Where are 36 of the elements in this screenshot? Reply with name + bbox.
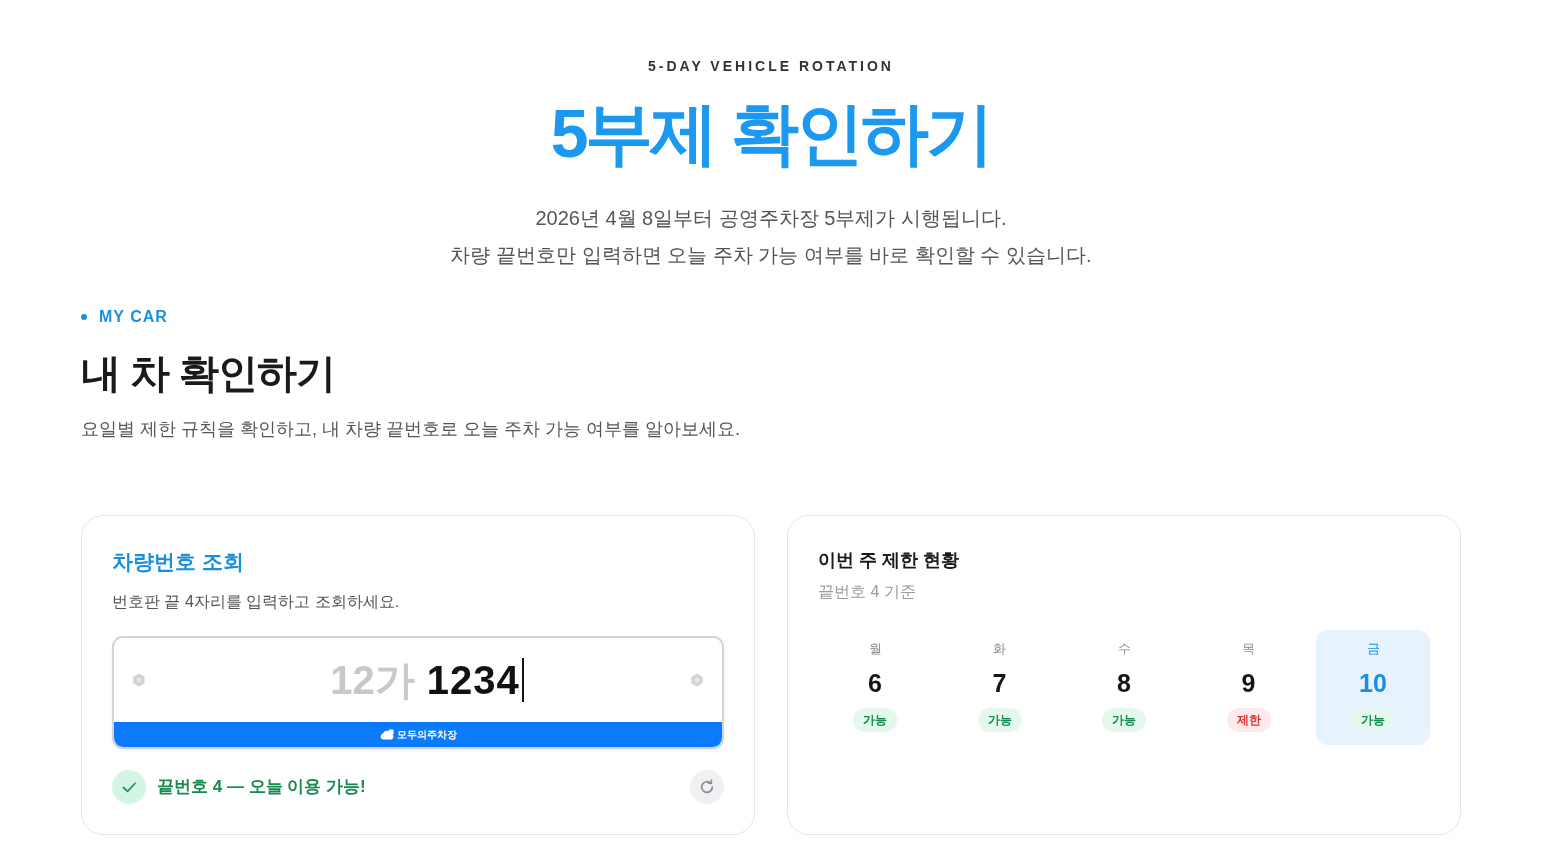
date-number: 7 [992, 668, 1007, 698]
refresh-button[interactable] [690, 770, 724, 804]
intro-text: 2026년 4월 8일부터 공영주차장 5부제가 시행됩니다. [535, 206, 1007, 231]
cloud-logo-icon [379, 729, 394, 740]
status-badge: 가능 [1351, 708, 1395, 732]
dot-icon [81, 314, 87, 320]
card-description: 번호판 끝 4자리를 입력하고 조회하세요. [112, 592, 401, 612]
status-badge: 가능 [1102, 708, 1146, 732]
page-title: 5부제 확인하기 [550, 94, 992, 173]
brand-text: 모두의주차장 [396, 727, 457, 742]
card-subtitle: 끝번호 4 기준 [818, 582, 917, 602]
section-description: 요일별 제한 규칙을 확인하고, 내 차량 끝번호로 오늘 주차 가능 여부를 알아보세요. [81, 418, 741, 441]
section-title: 내 차 확인하기 [81, 350, 337, 397]
status-badge: 제한 [1226, 708, 1271, 732]
status-badge: 가능 [853, 708, 897, 732]
weekday-label: 수 [1117, 640, 1131, 658]
date-number: 8 [1117, 668, 1131, 698]
hexagon-icon [690, 673, 704, 687]
section-label: MY CAR [99, 307, 168, 327]
text-cursor [521, 658, 524, 702]
weekday-label: 화 [993, 640, 1006, 658]
intro-text: 차량 끝번호만 입력하면 오늘 주차 가능 여부를 바로 확인할 수 있습니다. [450, 243, 1092, 268]
date-number: 9 [1241, 668, 1256, 698]
hexagon-icon [132, 673, 146, 687]
refresh-icon [699, 779, 715, 795]
weekday-label: 월 [868, 640, 882, 658]
weekday-label: 목 [1242, 640, 1255, 658]
card-title: 이번 주 제한 현황 [818, 549, 960, 572]
eyebrow-text: 5-DAY VEHICLE ROTATION [648, 57, 894, 76]
date-number: 10 [1359, 668, 1387, 698]
card-title: 차량번호 조회 [112, 549, 245, 575]
result-message: 끝번호 4 — 오늘 이용 가능! [157, 776, 366, 798]
status-badge: 가능 [977, 708, 1022, 732]
plate-number-input[interactable]: 1234 [426, 656, 520, 704]
date-number: 6 [868, 668, 882, 698]
weekday-label: 금 [1366, 640, 1380, 658]
